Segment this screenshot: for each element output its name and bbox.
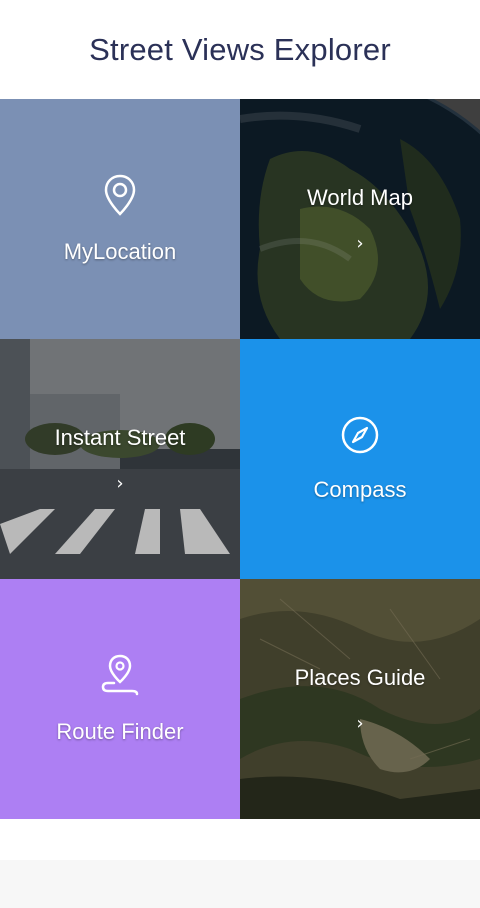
chevron-right-icon: › xyxy=(356,712,364,734)
world-map-label: World Map xyxy=(307,184,413,210)
instant-street-label: Instant Street xyxy=(54,424,186,450)
places-guide-label: Places Guide xyxy=(294,664,426,690)
mylocation-tile[interactable]: MyLocation xyxy=(0,99,240,339)
mylocation-label: MyLocation xyxy=(63,239,177,264)
location-pin-icon xyxy=(104,174,136,216)
compass-icon xyxy=(341,416,379,454)
instant-street-tile[interactable]: Instant Street › xyxy=(0,339,240,579)
chevron-right-icon: › xyxy=(116,472,124,494)
compass-label: Compass xyxy=(313,477,407,502)
app-header: Street Views Explorer xyxy=(0,0,480,99)
world-map-tile[interactable]: World Map › xyxy=(240,99,480,339)
chevron-right-icon: › xyxy=(356,232,364,254)
route-finder-label: Route Finder xyxy=(56,719,184,744)
compass-tile[interactable]: Compass xyxy=(240,339,480,579)
route-pin-icon xyxy=(101,654,139,696)
page-title: Street Views Explorer xyxy=(89,31,391,67)
menu-grid: MyLocation World Map › Instant Street › … xyxy=(0,99,480,819)
bottom-bar xyxy=(0,860,480,908)
places-guide-tile[interactable]: Places Guide › xyxy=(240,579,480,819)
route-finder-tile[interactable]: Route Finder xyxy=(0,579,240,819)
